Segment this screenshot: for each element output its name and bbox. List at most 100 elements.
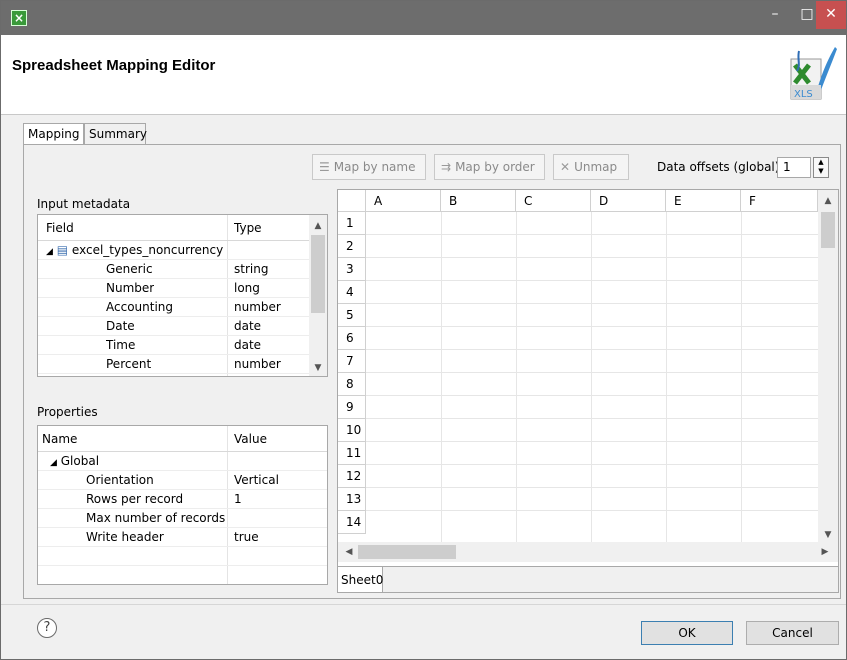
- property-name: Write header: [86, 530, 164, 544]
- map-by-order-button[interactable]: ⇉ Map by order: [434, 154, 545, 180]
- map-by-name-icon: ☰: [319, 160, 330, 174]
- spinner-down-icon[interactable]: ▼: [814, 167, 828, 176]
- scroll-down-icon[interactable]: ▼: [821, 530, 835, 540]
- group-node: ◢ Global: [50, 452, 99, 471]
- property-name: Max number of records: [86, 511, 226, 525]
- close-button[interactable]: ✕: [816, 1, 846, 29]
- column-header[interactable]: E: [666, 190, 741, 212]
- column-header[interactable]: B: [441, 190, 516, 212]
- row-header[interactable]: 4: [338, 281, 366, 304]
- minimize-button[interactable]: –: [758, 1, 792, 29]
- property-name: Orientation: [86, 473, 154, 487]
- table-row[interactable]: Number long: [38, 279, 327, 298]
- row-header[interactable]: 6: [338, 327, 366, 350]
- dialog-window: × – □ ✕ Spreadsheet Mapping Editor XLS M…: [0, 0, 847, 660]
- property-value[interactable]: Vertical: [234, 471, 279, 490]
- record-name: excel_types_noncurrency: [71, 243, 224, 257]
- field-type: date: [234, 338, 262, 352]
- field-name: Time: [106, 338, 136, 352]
- data-offsets-input[interactable]: 1: [777, 157, 811, 178]
- sheet-horizontal-scrollbar[interactable]: ◀ ▶: [338, 542, 838, 562]
- table-row[interactable]: ◢ Global: [38, 452, 327, 471]
- property-value[interactable]: 1: [234, 490, 242, 509]
- tab-summary[interactable]: Summary: [84, 123, 147, 145]
- scroll-thumb[interactable]: [311, 235, 325, 313]
- table-row[interactable]: Accounting number: [38, 298, 327, 317]
- sheet-preview[interactable]: A B C D E F 1 2 3 4 5 6 7 8 9 10 11 12 1…: [337, 189, 839, 593]
- row-header[interactable]: 11: [338, 442, 366, 465]
- row-header[interactable]: 5: [338, 304, 366, 327]
- record-node: ◢ ▤ excel_types_noncurrency: [46, 241, 223, 260]
- column-header[interactable]: F: [741, 190, 818, 212]
- spinner-up-icon[interactable]: ▲: [814, 158, 828, 167]
- input-metadata-label: Input metadata: [37, 197, 131, 211]
- column-header[interactable]: D: [591, 190, 666, 212]
- row-header[interactable]: 10: [338, 419, 366, 442]
- table-row[interactable]: Time date: [38, 336, 327, 355]
- column-header-type[interactable]: Type: [234, 215, 262, 241]
- table-row[interactable]: ◢ ▤ excel_types_noncurrency: [38, 241, 327, 260]
- expand-icon[interactable]: ◢: [46, 247, 53, 257]
- xls-logo-text: XLS: [794, 89, 813, 100]
- row-header[interactable]: 12: [338, 465, 366, 488]
- ok-button[interactable]: OK: [641, 621, 733, 645]
- row-header[interactable]: 14: [338, 511, 366, 534]
- sheet-tab-bar: Sheet0: [338, 566, 838, 592]
- table-row[interactable]: Date date: [38, 317, 327, 336]
- cancel-button[interactable]: Cancel: [746, 621, 839, 645]
- expand-icon[interactable]: ◢: [50, 458, 57, 468]
- scroll-right-icon[interactable]: ▶: [818, 547, 832, 557]
- table-row[interactable]: Orientation Vertical: [38, 471, 327, 490]
- scroll-left-icon[interactable]: ◀: [342, 547, 356, 557]
- table-row[interactable]: Write header true: [38, 528, 327, 547]
- property-value[interactable]: true: [234, 528, 259, 547]
- table-row[interactable]: Rows per record 1: [38, 490, 327, 509]
- column-header-name[interactable]: Name: [42, 426, 77, 452]
- column-header-value[interactable]: Value: [234, 426, 267, 452]
- map-by-name-button[interactable]: ☰ Map by name: [312, 154, 426, 180]
- row-header[interactable]: 7: [338, 350, 366, 373]
- app-icon: ×: [11, 10, 27, 26]
- scroll-up-icon[interactable]: ▲: [311, 221, 325, 231]
- column-header[interactable]: A: [366, 190, 441, 212]
- scroll-thumb[interactable]: [358, 545, 456, 559]
- data-offsets-spinner[interactable]: ▲ ▼: [813, 157, 829, 178]
- scroll-up-icon[interactable]: ▲: [821, 196, 835, 206]
- row-header[interactable]: 2: [338, 235, 366, 258]
- xls-logo-icon: XLS: [790, 47, 837, 100]
- property-name: Rows per record: [86, 492, 184, 506]
- footer-separator: [1, 604, 846, 605]
- metadata-scrollbar[interactable]: ▲ ▼: [309, 215, 327, 376]
- field-type: number: [234, 300, 281, 314]
- record-icon: ▤: [56, 243, 69, 257]
- unmap-button[interactable]: ✕ Unmap: [553, 154, 629, 180]
- group-name: Global: [60, 454, 100, 468]
- row-header[interactable]: 3: [338, 258, 366, 281]
- row-header[interactable]: 8: [338, 373, 366, 396]
- help-icon[interactable]: ?: [37, 618, 57, 638]
- row-header[interactable]: 13: [338, 488, 366, 511]
- sheet-tab[interactable]: Sheet0: [338, 567, 383, 592]
- row-header[interactable]: 1: [338, 212, 366, 235]
- scroll-thumb[interactable]: [821, 212, 835, 248]
- table-row: [38, 547, 327, 566]
- table-row[interactable]: Generic string: [38, 260, 327, 279]
- table-row[interactable]: Percent number: [38, 355, 327, 374]
- sheet-vertical-scrollbar[interactable]: ▲ ▼: [818, 190, 838, 542]
- map-by-order-icon: ⇉: [441, 160, 452, 174]
- tab-mapping[interactable]: Mapping: [23, 123, 84, 146]
- dialog-header: Spreadsheet Mapping Editor XLS: [1, 35, 846, 115]
- scroll-down-icon[interactable]: ▼: [311, 363, 325, 373]
- table-row[interactable]: Max number of records: [38, 509, 327, 528]
- map-by-order-label: Map by order: [455, 160, 535, 174]
- row-header[interactable]: 9: [338, 396, 366, 419]
- properties-label: Properties: [37, 405, 98, 419]
- table-header: Field Type: [38, 215, 327, 241]
- data-offsets-label: Data offsets (global): [657, 160, 780, 174]
- title-bar: × – □ ✕: [1, 1, 846, 35]
- dialog-title: Spreadsheet Mapping Editor: [12, 57, 216, 74]
- column-header[interactable]: C: [516, 190, 591, 212]
- field-type: number: [234, 357, 281, 371]
- column-header-field[interactable]: Field: [46, 215, 74, 241]
- properties-table: Name Value ◢ Global Orientation Vertical…: [37, 425, 328, 585]
